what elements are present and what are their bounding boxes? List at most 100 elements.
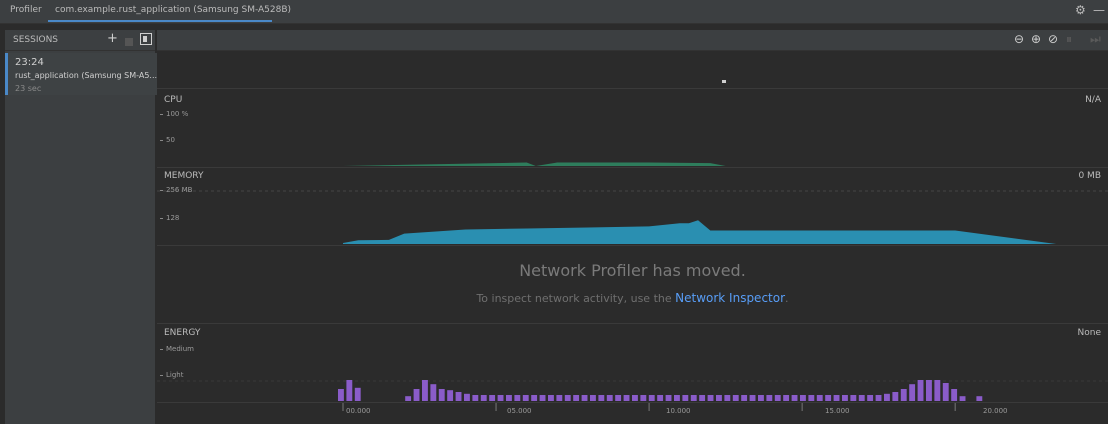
- profiler-label: Profiler: [10, 5, 42, 15]
- energy-bar: [774, 395, 781, 401]
- plus-icon[interactable]: +: [107, 31, 118, 46]
- session-time: 23:24: [15, 57, 44, 68]
- network-moved-title: Network Profiler has moved.: [519, 261, 746, 280]
- energy-bar: [741, 395, 748, 401]
- cpu-title: CPU: [164, 95, 183, 105]
- energy-bar: [648, 395, 655, 401]
- lane-divider: [157, 167, 1108, 168]
- energy-bar: [690, 395, 697, 401]
- sessions-list: 23:24 rust_application (Samsung SM-A5...…: [5, 51, 158, 424]
- energy-bar: [447, 390, 454, 401]
- gear-icon[interactable]: ⚙: [1075, 3, 1086, 17]
- energy-bar: [464, 393, 470, 401]
- energy-bar: [724, 395, 731, 401]
- energy-bar: [455, 392, 462, 401]
- lane-divider: [157, 245, 1108, 246]
- energy-bar: [942, 383, 949, 401]
- memory-ylabel-256: 256 MB: [160, 186, 192, 194]
- energy-bar: [539, 395, 546, 401]
- energy-bar: [590, 395, 596, 401]
- energy-bar: [791, 395, 798, 401]
- energy-bar: [573, 395, 580, 401]
- memory-series-area: [343, 220, 1057, 244]
- profiler-timeline: CPU N/A 100 % 50 MEMORY 0 MB 256 MB 128 …: [157, 51, 1108, 424]
- panel-collapse-icon[interactable]: [140, 33, 152, 49]
- energy-bar: [338, 389, 344, 401]
- energy-bar: [522, 395, 529, 401]
- energy-bar: [758, 395, 764, 401]
- energy-bar: [665, 395, 672, 401]
- network-inspector-link[interactable]: Network Inspector: [675, 291, 785, 305]
- energy-bar: [884, 393, 890, 401]
- stop-icon[interactable]: [125, 35, 133, 50]
- energy-bar: [556, 395, 563, 401]
- time-tick-label: 10.000: [666, 407, 691, 415]
- energy-bar: [430, 384, 437, 401]
- energy-bar: [640, 395, 647, 401]
- memory-title: MEMORY: [164, 171, 204, 181]
- energy-bar: [976, 396, 983, 401]
- energy-bar: [346, 380, 353, 401]
- energy-bar: [934, 380, 941, 401]
- energy-bar: [951, 389, 958, 401]
- energy-bar: [489, 395, 496, 401]
- energy-bar: [800, 395, 806, 401]
- zoom-out-icon[interactable]: ⊖: [1014, 32, 1024, 46]
- energy-bar: [506, 395, 512, 401]
- energy-bar: [422, 380, 428, 401]
- sessions-title: SESSIONS: [13, 35, 59, 45]
- session-duration: 23 sec: [15, 84, 42, 93]
- energy-bar: [909, 384, 916, 401]
- energy-bar: [354, 387, 361, 401]
- reset-zoom-icon[interactable]: ⊘: [1048, 32, 1058, 46]
- energy-bar: [858, 395, 865, 401]
- memory-value: 0 MB: [1078, 171, 1101, 181]
- energy-bar: [623, 395, 630, 401]
- time-axis-line: [157, 402, 1108, 403]
- time-tick-label: 05.000: [507, 407, 532, 415]
- time-tick-label: 20.000: [983, 407, 1008, 415]
- session-name: rust_application (Samsung SM-A5...: [15, 71, 158, 80]
- timeline-charts: [157, 80, 1108, 411]
- time-tick-label: 00.000: [346, 407, 371, 415]
- energy-bar: [682, 395, 689, 401]
- energy-bar: [783, 395, 790, 401]
- energy-bar: [917, 380, 924, 401]
- energy-bar: [850, 395, 857, 401]
- title-bar: Profiler com.example.rust_application (S…: [0, 0, 1108, 24]
- minimize-icon[interactable]: —: [1093, 3, 1105, 17]
- energy-bar: [707, 395, 714, 401]
- energy-bar: [413, 389, 420, 401]
- network-message-suffix: .: [785, 292, 789, 305]
- energy-bar: [900, 389, 907, 401]
- session-tab[interactable]: com.example.rust_application (Samsung SM…: [55, 5, 291, 15]
- energy-bar: [548, 395, 554, 401]
- energy-ylabel-light: Light: [160, 371, 183, 379]
- energy-bar: [598, 395, 605, 401]
- energy-bar: [808, 395, 815, 401]
- energy-bar: [657, 395, 664, 401]
- go-live-icon[interactable]: ⏭: [1090, 32, 1101, 47]
- energy-bar: [480, 395, 487, 401]
- energy-bar: [606, 395, 613, 401]
- energy-bar: [825, 395, 832, 401]
- energy-bar: [438, 389, 445, 401]
- energy-bar: [497, 395, 504, 401]
- energy-bar: [959, 396, 966, 401]
- network-message-prefix: To inspect network activity, use the: [476, 292, 672, 305]
- session-item[interactable]: 23:24 rust_application (Samsung SM-A5...…: [5, 53, 158, 95]
- energy-bar: [926, 380, 932, 401]
- energy-bar: [514, 395, 521, 401]
- cpu-ylabel-50: 50: [160, 136, 175, 144]
- pause-icon[interactable]: ⏸: [1066, 32, 1072, 47]
- zoom-in-icon[interactable]: ⊕: [1031, 32, 1041, 46]
- session-tab-underline: [48, 20, 272, 22]
- energy-bar: [699, 395, 706, 401]
- timeline-marker: [722, 80, 726, 83]
- cpu-ylabel-100: 100 %: [160, 110, 188, 118]
- lane-divider: [157, 323, 1108, 324]
- energy-bar: [833, 395, 840, 401]
- energy-bar: [766, 395, 773, 401]
- energy-bar: [875, 395, 882, 401]
- energy-bar: [816, 395, 823, 401]
